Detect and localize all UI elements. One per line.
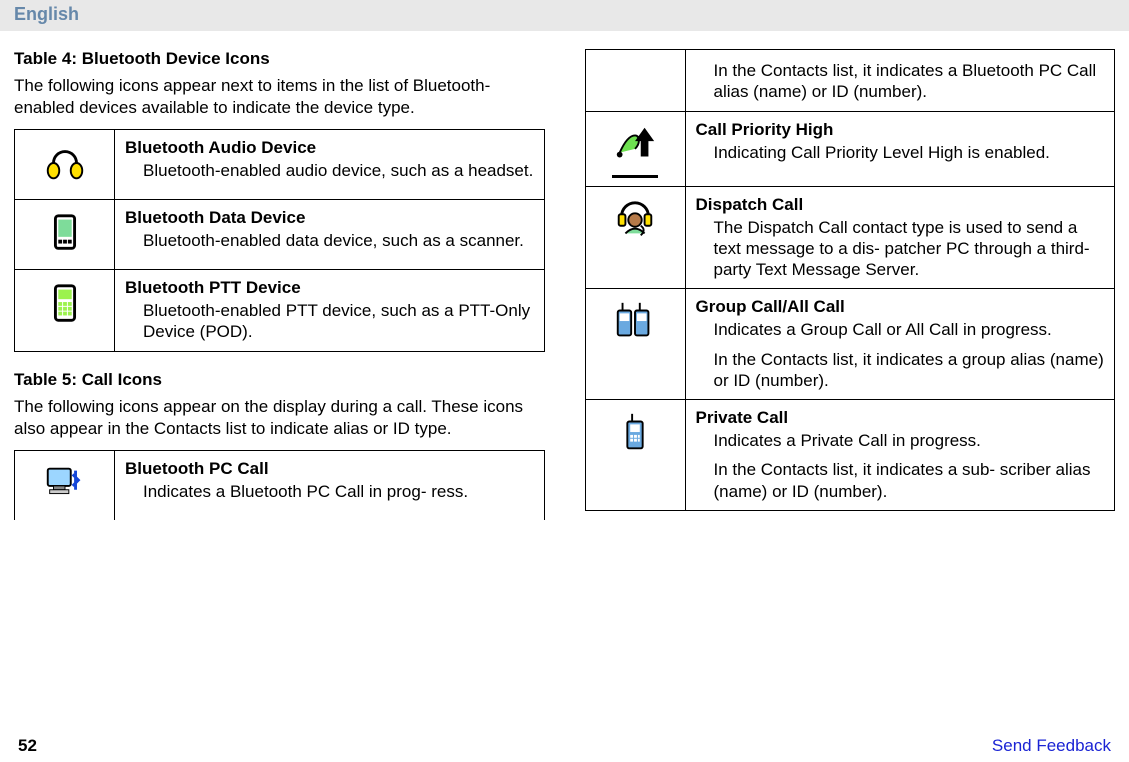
ptt-device-icon xyxy=(42,311,88,330)
row-desc: Bluetooth-enabled audio device, such as … xyxy=(143,160,534,181)
table4-caption: Table 4: Bluetooth Device Icons xyxy=(14,49,545,69)
row-desc: The Dispatch Call contact type is used t… xyxy=(714,217,1105,281)
headset-icon xyxy=(42,171,88,190)
row-desc: Indicates a Bluetooth PC Call in prog- r… xyxy=(143,481,534,502)
row-title: Group Call/All Call xyxy=(696,297,1105,317)
send-feedback-link[interactable]: Send Feedback xyxy=(992,736,1111,756)
table-bluetooth-device-icons: Bluetooth Audio Device Bluetooth-enabled… xyxy=(14,129,545,352)
table5-intro: The following icons appear on the displa… xyxy=(14,396,545,440)
call-priority-high-icon xyxy=(612,122,658,178)
row-title: Dispatch Call xyxy=(696,195,1105,215)
row-desc: Indicating Call Priority Level High is e… xyxy=(714,142,1105,163)
private-call-icon xyxy=(612,441,658,460)
row-desc: Bluetooth-enabled PTT device, such as a … xyxy=(143,300,534,343)
table4-intro: The following icons appear next to items… xyxy=(14,75,545,119)
table-row: Bluetooth PC Call Indicates a Bluetooth … xyxy=(15,450,545,520)
table-row: Call Priority High Indicating Call Prior… xyxy=(585,111,1115,186)
language-label: English xyxy=(0,0,1129,31)
pda-icon xyxy=(42,241,88,260)
page-number: 52 xyxy=(18,736,37,756)
row-title: Bluetooth Audio Device xyxy=(125,138,534,158)
table-call-icons-right: In the Contacts list, it indicates a Blu… xyxy=(585,49,1116,511)
table-row: In the Contacts list, it indicates a Blu… xyxy=(585,50,1115,112)
dispatch-call-icon xyxy=(612,228,658,247)
table-row: Bluetooth PTT Device Bluetooth-enabled P… xyxy=(15,270,545,352)
table-row: Bluetooth Audio Device Bluetooth-enabled… xyxy=(15,130,545,200)
row-desc: Indicates a Group Call or All Call in pr… xyxy=(714,319,1105,340)
row-title: Call Priority High xyxy=(696,120,1105,140)
row-desc2: In the Contacts list, it indicates a gro… xyxy=(714,349,1105,392)
table-row: Group Call/All Call Indicates a Group Ca… xyxy=(585,289,1115,400)
bt-pc-call-icon xyxy=(42,492,88,511)
row-title: Bluetooth PC Call xyxy=(125,459,534,479)
group-call-icon xyxy=(612,330,658,349)
row-desc2: In the Contacts list, it indicates a sub… xyxy=(714,459,1105,502)
row-desc: Bluetooth-enabled data device, such as a… xyxy=(143,230,534,251)
table-row: Private Call Indicates a Private Call in… xyxy=(585,400,1115,511)
row-desc: Indicates a Private Call in progress. xyxy=(714,430,1105,451)
table5-caption: Table 5: Call Icons xyxy=(14,370,545,390)
table-call-icons-left: Bluetooth PC Call Indicates a Bluetooth … xyxy=(14,450,545,520)
table-row: Bluetooth Data Device Bluetooth-enabled … xyxy=(15,200,545,270)
table-row: Dispatch Call The Dispatch Call contact … xyxy=(585,186,1115,289)
row-desc2: In the Contacts list, it indicates a Blu… xyxy=(714,60,1105,103)
row-title: Bluetooth PTT Device xyxy=(125,278,534,298)
row-title: Bluetooth Data Device xyxy=(125,208,534,228)
row-title: Private Call xyxy=(696,408,1105,428)
